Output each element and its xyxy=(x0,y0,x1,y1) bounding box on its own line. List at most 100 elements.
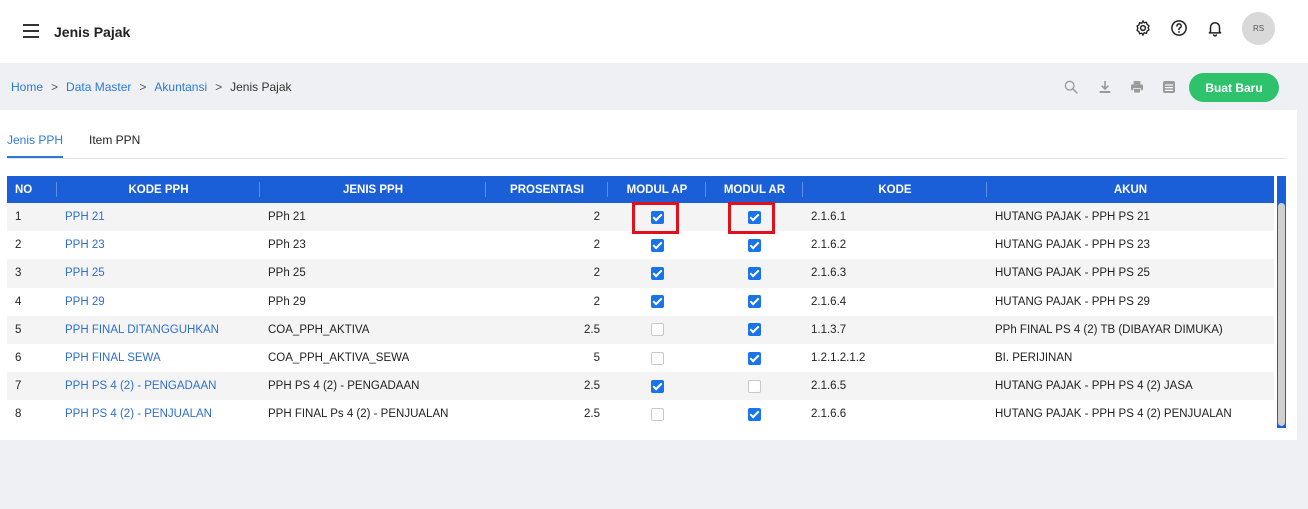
modul-ar-checkbox[interactable] xyxy=(748,407,761,421)
modul-ar-cell xyxy=(706,287,803,316)
page-title: Jenis Pajak xyxy=(54,24,131,40)
jenis-pph-cell: PPh 23 xyxy=(260,231,486,260)
highlight-box-modul-ap xyxy=(632,202,679,234)
modul-ar-checkbox[interactable] xyxy=(748,351,761,365)
column-header-modul-ap[interactable]: MODUL AP xyxy=(608,176,706,203)
kode-pph-link[interactable]: PPH 25 xyxy=(57,259,260,288)
row-number: 8 xyxy=(7,400,57,429)
table-row[interactable]: 2 PPH 23 PPh 23 2 2.1.6.2 HUTANG PAJAK - PPH … xyxy=(7,231,1274,260)
modul-ap-checkbox[interactable] xyxy=(650,295,664,309)
row-number: 4 xyxy=(7,287,57,316)
modul-ar-checkbox[interactable] xyxy=(748,238,761,252)
avatar[interactable]: RS xyxy=(1242,12,1275,45)
table-row[interactable]: 3 PPH 25 PPh 25 2 2.1.6.3 HUTANG PAJAK - PPH … xyxy=(7,259,1274,288)
modul-ap-checkbox[interactable] xyxy=(650,266,664,280)
column-header-prosentasi[interactable]: PROSENTASI xyxy=(486,176,608,203)
modul-ap-checkbox[interactable] xyxy=(650,379,664,393)
modul-ar-cell xyxy=(706,400,803,429)
kode-cell: 2.1.6.4 xyxy=(803,287,987,316)
table-row[interactable]: 8 PPH PS 4 (2) - PENJUALAN PPH FINAL Ps 4 … xyxy=(7,400,1274,429)
modul-ap-cell xyxy=(608,343,706,373)
kode-pph-link[interactable]: PPH 29 xyxy=(57,287,260,316)
prosentasi-cell: 2 xyxy=(486,203,608,232)
column-header-no[interactable]: NO xyxy=(7,176,57,203)
help-icon[interactable] xyxy=(1170,19,1188,37)
kode-pph-link[interactable]: PPH FINAL SEWA xyxy=(57,343,260,373)
akun-cell: BI. PERIJINAN xyxy=(987,343,1274,373)
modul-ar-cell xyxy=(706,372,803,401)
breadcrumb-akuntansi[interactable]: Akuntansi xyxy=(154,80,207,94)
kode-pph-link[interactable]: PPH PS 4 (2) - PENGADAAN xyxy=(57,372,260,401)
row-number: 2 xyxy=(7,231,57,260)
table-view-icon[interactable] xyxy=(1161,79,1177,95)
akun-cell: HUTANG PAJAK - PPH PS 23 xyxy=(987,231,1274,260)
akun-cell: HUTANG PAJAK - PPH PS 4 (2) PENJUALAN xyxy=(987,400,1274,429)
search-icon[interactable] xyxy=(1063,79,1079,95)
content-panel: Jenis PPH Item PPN NO KODE PPH JENIS PPH… xyxy=(0,110,1297,440)
prosentasi-cell: 2 xyxy=(486,259,608,288)
akun-cell: HUTANG PAJAK - PPH PS 29 xyxy=(987,287,1274,316)
modul-ap-checkbox[interactable] xyxy=(650,407,664,421)
bell-icon[interactable] xyxy=(1206,19,1224,37)
jenis-pph-cell: COA_PPH_AKTIVA xyxy=(260,315,486,344)
table-row[interactable]: 7 PPH PS 4 (2) - PENGADAAN PPH PS 4 (2) - … xyxy=(7,372,1274,401)
column-header-modul-ar[interactable]: MODUL AR xyxy=(706,176,803,203)
jenis-pph-cell: PPh 21 xyxy=(260,203,486,232)
kode-pph-link[interactable]: PPH FINAL DITANGGUHKAN xyxy=(57,315,260,344)
kode-cell: 2.1.6.2 xyxy=(803,231,987,260)
prosentasi-cell: 2.5 xyxy=(486,372,608,401)
jenis-pph-cell: PPH FINAL Ps 4 (2) - PENJUALAN xyxy=(260,400,486,429)
breadcrumb-current: Jenis Pajak xyxy=(230,80,292,94)
akun-cell: HUTANG PAJAK - PPH PS 21 xyxy=(987,203,1274,232)
modul-ar-checkbox[interactable] xyxy=(748,266,761,280)
tab-bar: Jenis PPH Item PPN xyxy=(7,110,1287,159)
gear-icon[interactable] xyxy=(1134,19,1152,37)
modul-ar-cell xyxy=(706,231,803,260)
kode-cell: 1.1.3.7 xyxy=(803,315,987,344)
breadcrumb-data-master[interactable]: Data Master xyxy=(66,80,131,94)
breadcrumb: Home > Data Master > Akuntansi > Jenis Pajak xyxy=(11,80,292,94)
column-header-akun[interactable]: AKUN xyxy=(987,176,1274,203)
modul-ap-cell xyxy=(608,400,706,429)
modul-ar-checkbox[interactable] xyxy=(748,295,761,309)
table-row[interactable]: 6 PPH FINAL SEWA COA_PPH_AKTIVA_SEWA 5 1.2.1… xyxy=(7,343,1274,373)
kode-pph-link[interactable]: PPH 23 xyxy=(57,231,260,260)
avatar-text: RS xyxy=(1252,24,1265,33)
table-row[interactable]: 5 PPH FINAL DITANGGUHKAN COA_PPH_AKTIVA 2.5… xyxy=(7,315,1274,344)
column-header-kode[interactable]: KODE xyxy=(803,176,987,203)
jenis-pph-cell: PPH PS 4 (2) - PENGADAAN xyxy=(260,372,486,401)
modul-ap-checkbox[interactable] xyxy=(650,238,664,252)
modul-ap-checkbox[interactable] xyxy=(650,351,664,365)
modul-ap-cell xyxy=(608,315,706,344)
scrollbar-thumb[interactable] xyxy=(1278,203,1285,426)
prosentasi-cell: 2.5 xyxy=(486,315,608,344)
column-header-kode-pph[interactable]: KODE PPH xyxy=(57,176,260,203)
kode-cell: 1.2.1.2.1.2 xyxy=(803,343,987,373)
create-new-button[interactable]: Buat Baru xyxy=(1189,73,1279,102)
tab-jenis-pph[interactable]: Jenis PPH xyxy=(7,133,64,158)
kode-pph-link[interactable]: PPH PS 4 (2) - PENJUALAN xyxy=(57,400,260,429)
print-icon[interactable] xyxy=(1129,79,1145,95)
kode-cell: 2.1.6.5 xyxy=(803,372,987,401)
breadcrumb-home[interactable]: Home xyxy=(11,80,43,94)
kode-cell: 2.1.6.1 xyxy=(803,203,987,232)
row-number: 7 xyxy=(7,372,57,401)
akun-cell: PPh FINAL PS 4 (2) TB (DIBAYAR DIMUKA) xyxy=(987,315,1274,344)
column-header-jenis-pph[interactable]: JENIS PPH xyxy=(260,176,486,203)
row-number: 5 xyxy=(7,315,57,344)
modul-ar-checkbox[interactable] xyxy=(748,379,761,393)
modul-ap-checkbox[interactable] xyxy=(650,323,664,337)
prosentasi-cell: 5 xyxy=(486,343,608,373)
kode-pph-link[interactable]: PPH 21 xyxy=(57,203,260,232)
tab-item-ppn[interactable]: Item PPN xyxy=(89,133,140,147)
modul-ar-checkbox[interactable] xyxy=(748,323,761,337)
kode-cell: 2.1.6.6 xyxy=(803,400,987,429)
table-row[interactable]: 4 PPH 29 PPh 29 2 2.1.6.4 HUTANG PAJAK - PPH … xyxy=(7,287,1274,316)
breadcrumb-separator: > xyxy=(51,80,59,94)
modul-ap-cell xyxy=(608,287,706,316)
modul-ar-cell xyxy=(706,315,803,344)
menu-icon[interactable] xyxy=(23,24,39,38)
download-icon[interactable] xyxy=(1097,79,1113,95)
row-number: 1 xyxy=(7,203,57,232)
modul-ap-cell xyxy=(608,259,706,288)
